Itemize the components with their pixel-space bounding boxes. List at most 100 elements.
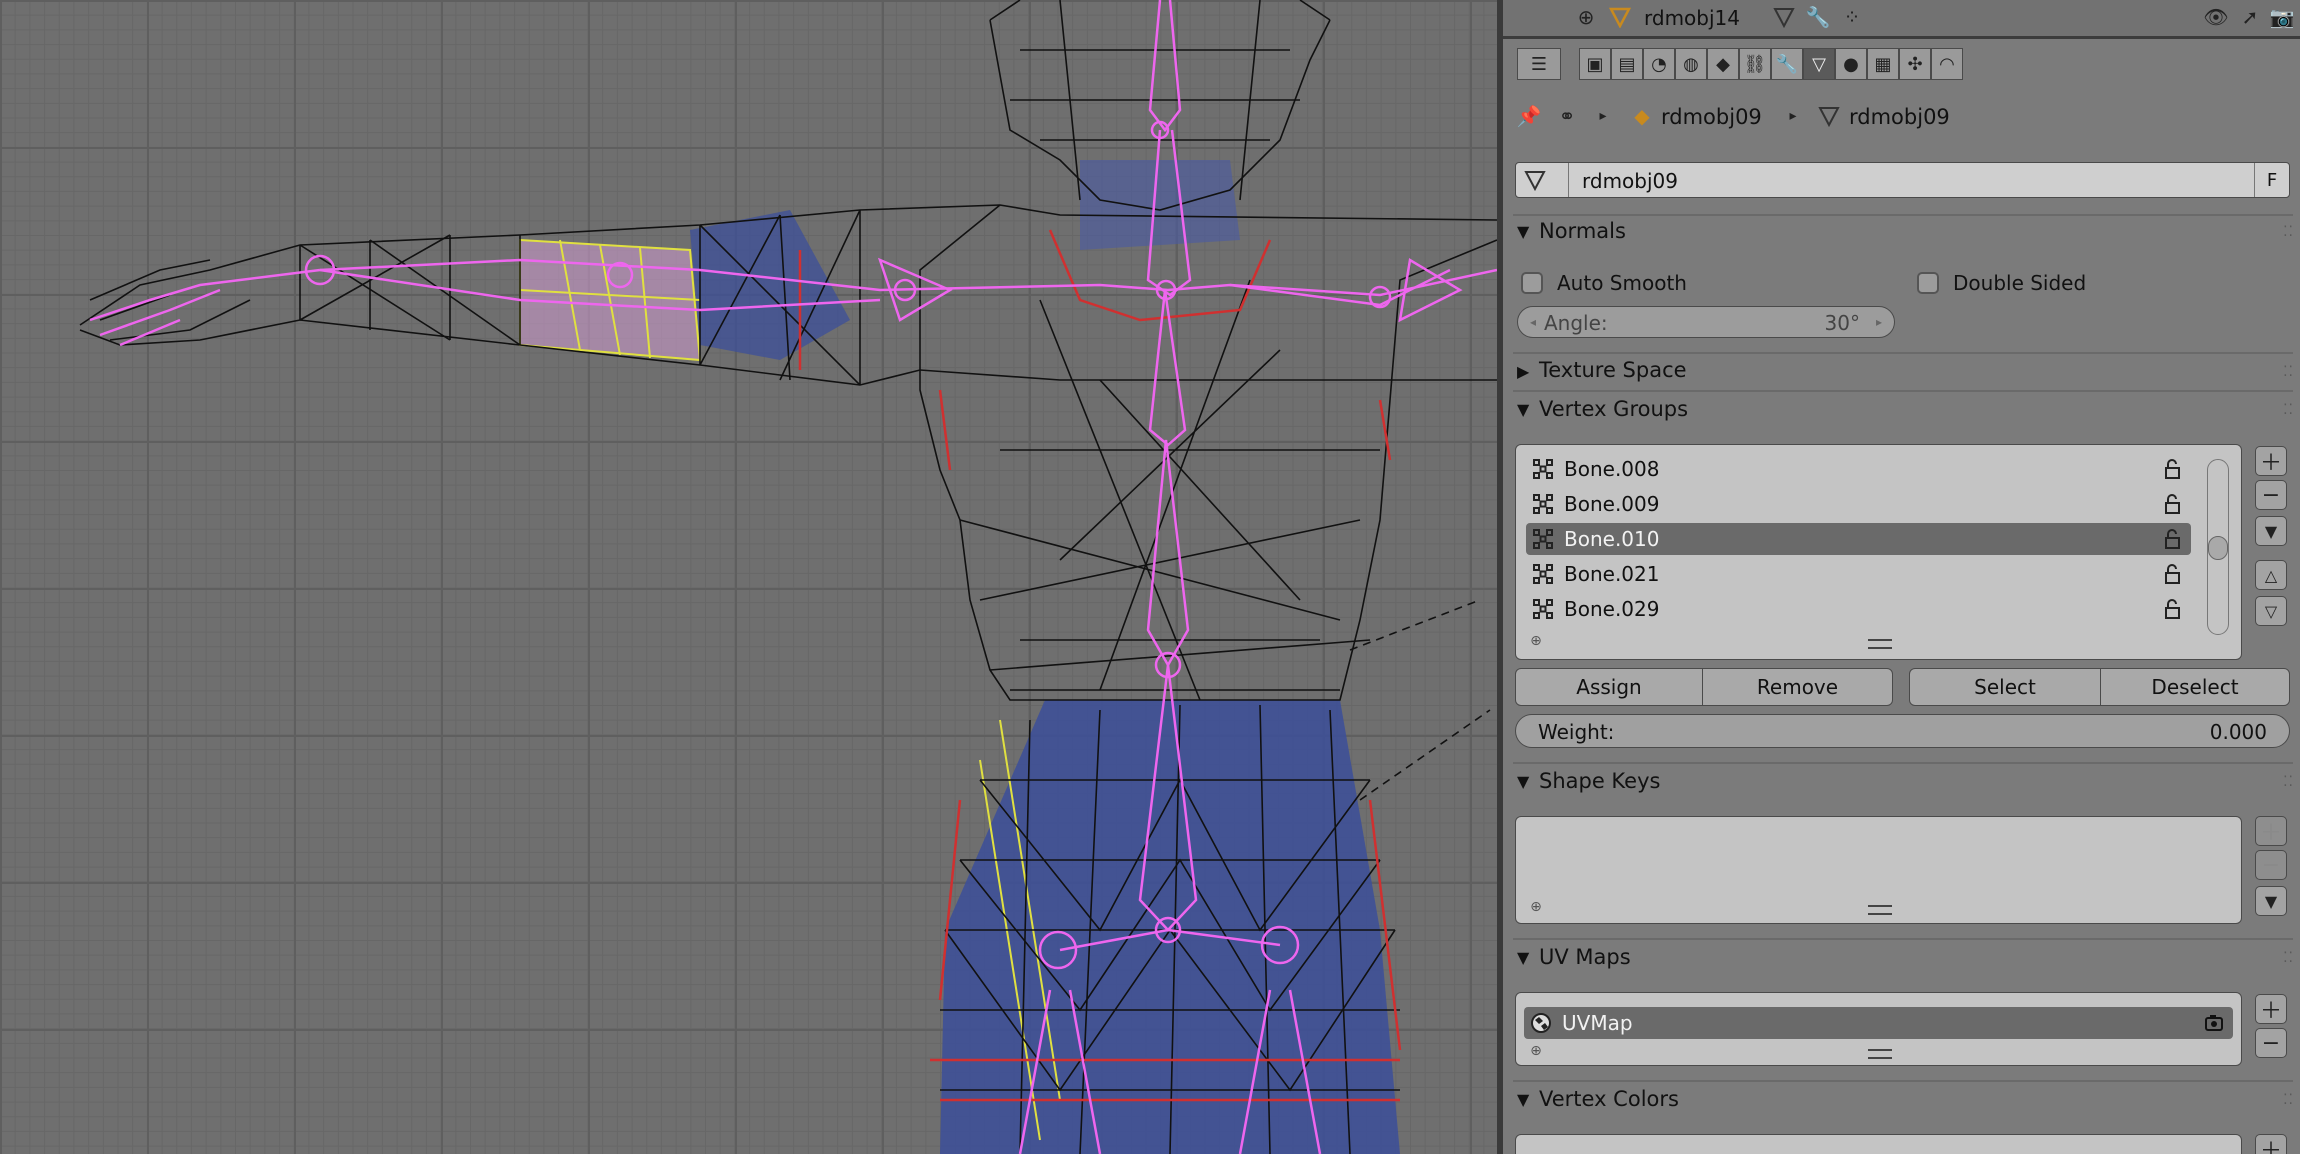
vertex-group-row[interactable]: Bone.008: [1526, 453, 2191, 485]
unlock-icon[interactable]: [2161, 528, 2183, 550]
uv-map-list[interactable]: UVMap ⊕: [1515, 992, 2242, 1066]
breadcrumb-data[interactable]: rdmobj09: [1849, 105, 1950, 129]
add-shape-key-button[interactable]: ＋: [2255, 816, 2287, 846]
filter-options-icon[interactable]: ⊕: [1528, 633, 1544, 649]
expand-icon[interactable]: ⊕: [1575, 5, 1597, 29]
vertex-group-list[interactable]: Bone.008 Bone.009 Bone.010 Bone.021 Bone.029…: [1515, 444, 2242, 660]
panel-title-texture-space[interactable]: Texture Space: [1539, 358, 1687, 382]
panel-title-normals[interactable]: Normals: [1539, 219, 1626, 243]
render-icon[interactable]: 📷: [2269, 4, 2295, 30]
camera-icon[interactable]: [2203, 1012, 2225, 1034]
arrow-up-icon: △: [2264, 565, 2278, 585]
collapse-triangle-icon[interactable]: ▼: [1517, 948, 1529, 967]
mesh-datablock-name[interactable]: rdmobj09: [1582, 169, 1678, 193]
add-vertex-color-button[interactable]: ＋: [2255, 1134, 2287, 1154]
chevron-left-icon[interactable]: ◂: [1526, 311, 1540, 333]
tab-texture[interactable]: ▦: [1867, 48, 1899, 80]
vertex-group-name[interactable]: Bone.021: [1564, 562, 1659, 586]
tab-render-layers[interactable]: ▤: [1611, 48, 1643, 80]
uv-map-name[interactable]: UVMap: [1562, 1011, 1633, 1035]
vertex-group-row[interactable]: Bone.029: [1526, 593, 2191, 625]
tab-particles[interactable]: ✣: [1899, 48, 1931, 80]
panel-title-shape-keys[interactable]: Shape Keys: [1539, 769, 1660, 793]
weight-slider[interactable]: Weight: 0.000: [1515, 714, 2290, 748]
fake-user-button[interactable]: F: [2254, 163, 2289, 197]
move-up-button[interactable]: △: [2255, 560, 2287, 590]
list-scrollbar[interactable]: [2207, 459, 2229, 635]
chevron-right-icon[interactable]: ▸: [1872, 311, 1886, 333]
unlock-icon[interactable]: [2161, 598, 2183, 620]
expand-triangle-icon[interactable]: ▶: [1517, 362, 1529, 381]
divider: [1513, 390, 2293, 392]
collapse-triangle-icon[interactable]: ▼: [1517, 222, 1529, 241]
breadcrumb-object[interactable]: rdmobj09: [1661, 105, 1762, 129]
list-resize-grip[interactable]: [1868, 639, 1892, 649]
collapse-triangle-icon[interactable]: ▼: [1517, 400, 1529, 419]
tab-physics[interactable]: ◠: [1931, 48, 1963, 80]
double-sided-label: Double Sided: [1953, 271, 2087, 295]
3d-viewport[interactable]: [0, 0, 1497, 1154]
unlock-icon[interactable]: [2161, 493, 2183, 515]
list-resize-grip[interactable]: [1868, 905, 1892, 915]
panel-title-uv-maps[interactable]: UV Maps: [1539, 945, 1631, 969]
remove-uv-map-button[interactable]: −: [2255, 1028, 2287, 1058]
pin-icon[interactable]: 📌: [1515, 102, 1543, 130]
vertex-group-name[interactable]: Bone.008: [1564, 457, 1659, 481]
remove-shape-key-button[interactable]: −: [2255, 850, 2287, 880]
vertex-group-row[interactable]: Bone.009: [1526, 488, 2191, 520]
outliner-row[interactable]: ⊕ rdmobj14 🔧 ⁘ 👁 ➚ 📷: [1503, 0, 2300, 39]
select-button[interactable]: Select: [1909, 668, 2101, 706]
vertex-group-specials-button[interactable]: ▼: [2255, 516, 2287, 546]
cursor-icon[interactable]: ➚: [2237, 4, 2263, 30]
assign-button[interactable]: Assign: [1515, 668, 1703, 706]
filter-options-icon[interactable]: ⊕: [1528, 899, 1544, 915]
mesh-datablock-field[interactable]: rdmobj09 F: [1515, 162, 2290, 198]
vertex-group-row[interactable]: Bone.010: [1526, 523, 2191, 555]
vertex-group-name[interactable]: Bone.009: [1564, 492, 1659, 516]
tab-scene[interactable]: ◔: [1643, 48, 1675, 80]
shape-key-specials-button[interactable]: ▼: [2255, 886, 2287, 916]
auto-smooth-checkbox[interactable]: [1521, 272, 1543, 294]
tab-object[interactable]: ◆: [1707, 48, 1739, 80]
unlock-icon[interactable]: [2161, 458, 2183, 480]
chevron-right-icon: ▸: [1599, 108, 1607, 124]
editor-type-button[interactable]: ☰: [1517, 48, 1561, 80]
add-vertex-group-button[interactable]: ＋: [2255, 446, 2287, 476]
object-icon: ◆: [1634, 104, 1650, 128]
drag-handle-icon[interactable]: ⁚⁚: [2283, 224, 2294, 240]
collapse-triangle-icon[interactable]: ▼: [1517, 1090, 1529, 1109]
filter-options-icon[interactable]: ⊕: [1528, 1043, 1544, 1059]
tab-modifiers[interactable]: 🔧: [1771, 48, 1803, 80]
double-sided-checkbox[interactable]: [1917, 272, 1939, 294]
collapse-triangle-icon[interactable]: ▼: [1517, 772, 1529, 791]
mesh-browse-icon[interactable]: [1520, 167, 1550, 193]
tab-material[interactable]: ●: [1835, 48, 1867, 80]
drag-handle-icon[interactable]: ⁚⁚: [2283, 774, 2294, 790]
drag-handle-icon[interactable]: ⁚⁚: [2283, 402, 2294, 418]
drag-handle-icon[interactable]: ⁚⁚: [2283, 950, 2294, 966]
tab-data[interactable]: ▽: [1803, 48, 1835, 80]
tab-render[interactable]: ▣: [1579, 48, 1611, 80]
panel-title-vertex-colors[interactable]: Vertex Colors: [1539, 1087, 1679, 1111]
tab-constraints[interactable]: ⛓: [1739, 48, 1771, 80]
drag-handle-icon[interactable]: ⁚⁚: [2283, 364, 2294, 380]
deselect-button[interactable]: Deselect: [2100, 668, 2290, 706]
remove-vertex-group-button[interactable]: −: [2255, 480, 2287, 510]
add-uv-map-button[interactable]: ＋: [2255, 994, 2287, 1024]
scrollbar-thumb[interactable]: [2208, 536, 2228, 560]
vertex-group-name[interactable]: Bone.010: [1564, 527, 1659, 551]
drag-handle-icon[interactable]: ⁚⁚: [2283, 1092, 2294, 1108]
eye-icon[interactable]: 👁: [2203, 4, 2229, 30]
shape-key-list[interactable]: ⊕: [1515, 816, 2242, 924]
move-down-button[interactable]: ▽: [2255, 596, 2287, 626]
angle-field[interactable]: ◂ Angle: 30° ▸: [1517, 306, 1895, 338]
unlock-icon[interactable]: [2161, 563, 2183, 585]
tab-world[interactable]: ◍: [1675, 48, 1707, 80]
list-resize-grip[interactable]: [1868, 1049, 1892, 1059]
vertex-group-row[interactable]: Bone.021: [1526, 558, 2191, 590]
vertex-color-list[interactable]: [1515, 1134, 2242, 1154]
panel-title-vertex-groups[interactable]: Vertex Groups: [1539, 397, 1688, 421]
remove-button[interactable]: Remove: [1702, 668, 1893, 706]
list-item[interactable]: UVMap: [1524, 1007, 2233, 1039]
vertex-group-name[interactable]: Bone.029: [1564, 597, 1659, 621]
